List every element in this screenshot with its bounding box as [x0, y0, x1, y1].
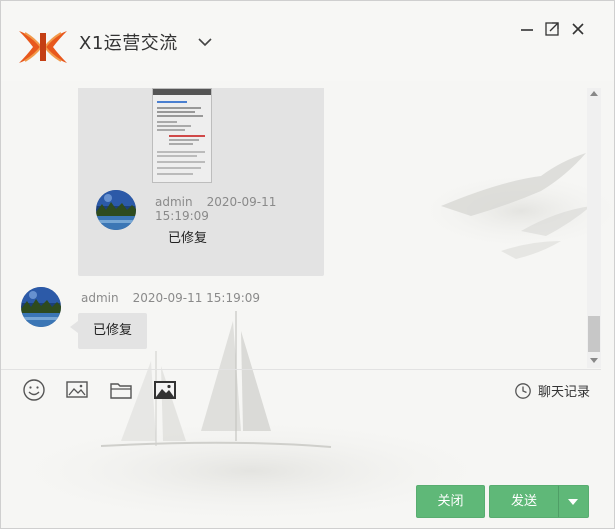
message-bubble[interactable]: 已修复 — [78, 313, 148, 349]
folder-icon — [110, 383, 132, 399]
screenshot-thumbnail[interactable] — [152, 88, 212, 183]
document-preview-icon — [153, 89, 211, 182]
file-upload-button[interactable] — [108, 377, 134, 403]
picture-button[interactable] — [152, 377, 178, 403]
scroll-up-icon[interactable] — [590, 91, 598, 96]
avatar[interactable] — [21, 287, 61, 327]
close-button[interactable]: 关闭 — [416, 485, 485, 518]
minimize-icon — [521, 29, 533, 31]
landscape-avatar-icon — [96, 190, 136, 230]
maximize-icon — [545, 22, 559, 36]
chat-history-label: 聊天记录 — [537, 385, 590, 400]
chevron-down-icon[interactable] — [195, 32, 215, 52]
sender-name: admin — [155, 195, 193, 209]
smiley-icon — [23, 379, 45, 401]
divider — [1, 369, 601, 370]
x1-logo-icon — [19, 31, 67, 63]
send-options-button[interactable] — [558, 485, 589, 518]
emoji-button[interactable] — [21, 377, 47, 403]
clock-icon — [515, 382, 531, 399]
quoted-message-card[interactable]: admin 2020-09-11 15:19:09 已修复 — [78, 88, 324, 276]
message-list: admin 2020-09-11 15:19:09 已修复 admin 2020-0… — [1, 88, 587, 368]
bubble-tail — [70, 321, 78, 333]
picture-icon — [154, 381, 176, 399]
image-icon — [66, 381, 88, 398]
landscape-avatar-icon — [21, 287, 61, 327]
maximize-button[interactable] — [542, 19, 562, 39]
chat-window: X1运营交流 admin 2020-09-11 15:19:09 已修复 adm… — [0, 0, 615, 529]
window-title: X1运营交流 — [79, 33, 178, 54]
title-bar: X1运营交流 — [1, 1, 614, 81]
image-upload-button[interactable] — [64, 377, 90, 403]
sender-name: admin — [81, 291, 119, 305]
compose-toolbar: 聊天记录 — [1, 373, 614, 407]
close-icon — [572, 23, 584, 35]
avatar[interactable] — [96, 190, 136, 230]
caret-down-icon — [568, 499, 578, 505]
message-input[interactable] — [1, 409, 614, 479]
chat-history-button[interactable]: 聊天记录 — [514, 381, 590, 400]
close-window-button[interactable] — [568, 19, 588, 39]
chat-scrollbar[interactable] — [587, 88, 601, 368]
scroll-down-icon[interactable] — [590, 358, 598, 363]
message-meta: admin 2020-09-11 15:19:09 — [81, 291, 260, 305]
send-button[interactable]: 发送 — [489, 485, 558, 518]
scroll-thumb[interactable] — [588, 316, 600, 352]
message-text: 已修复 — [168, 231, 208, 246]
message-timestamp: 2020-09-11 15:19:09 — [132, 291, 261, 305]
minimize-button[interactable] — [517, 19, 537, 39]
message-meta: admin 2020-09-11 15:19:09 — [155, 195, 324, 223]
